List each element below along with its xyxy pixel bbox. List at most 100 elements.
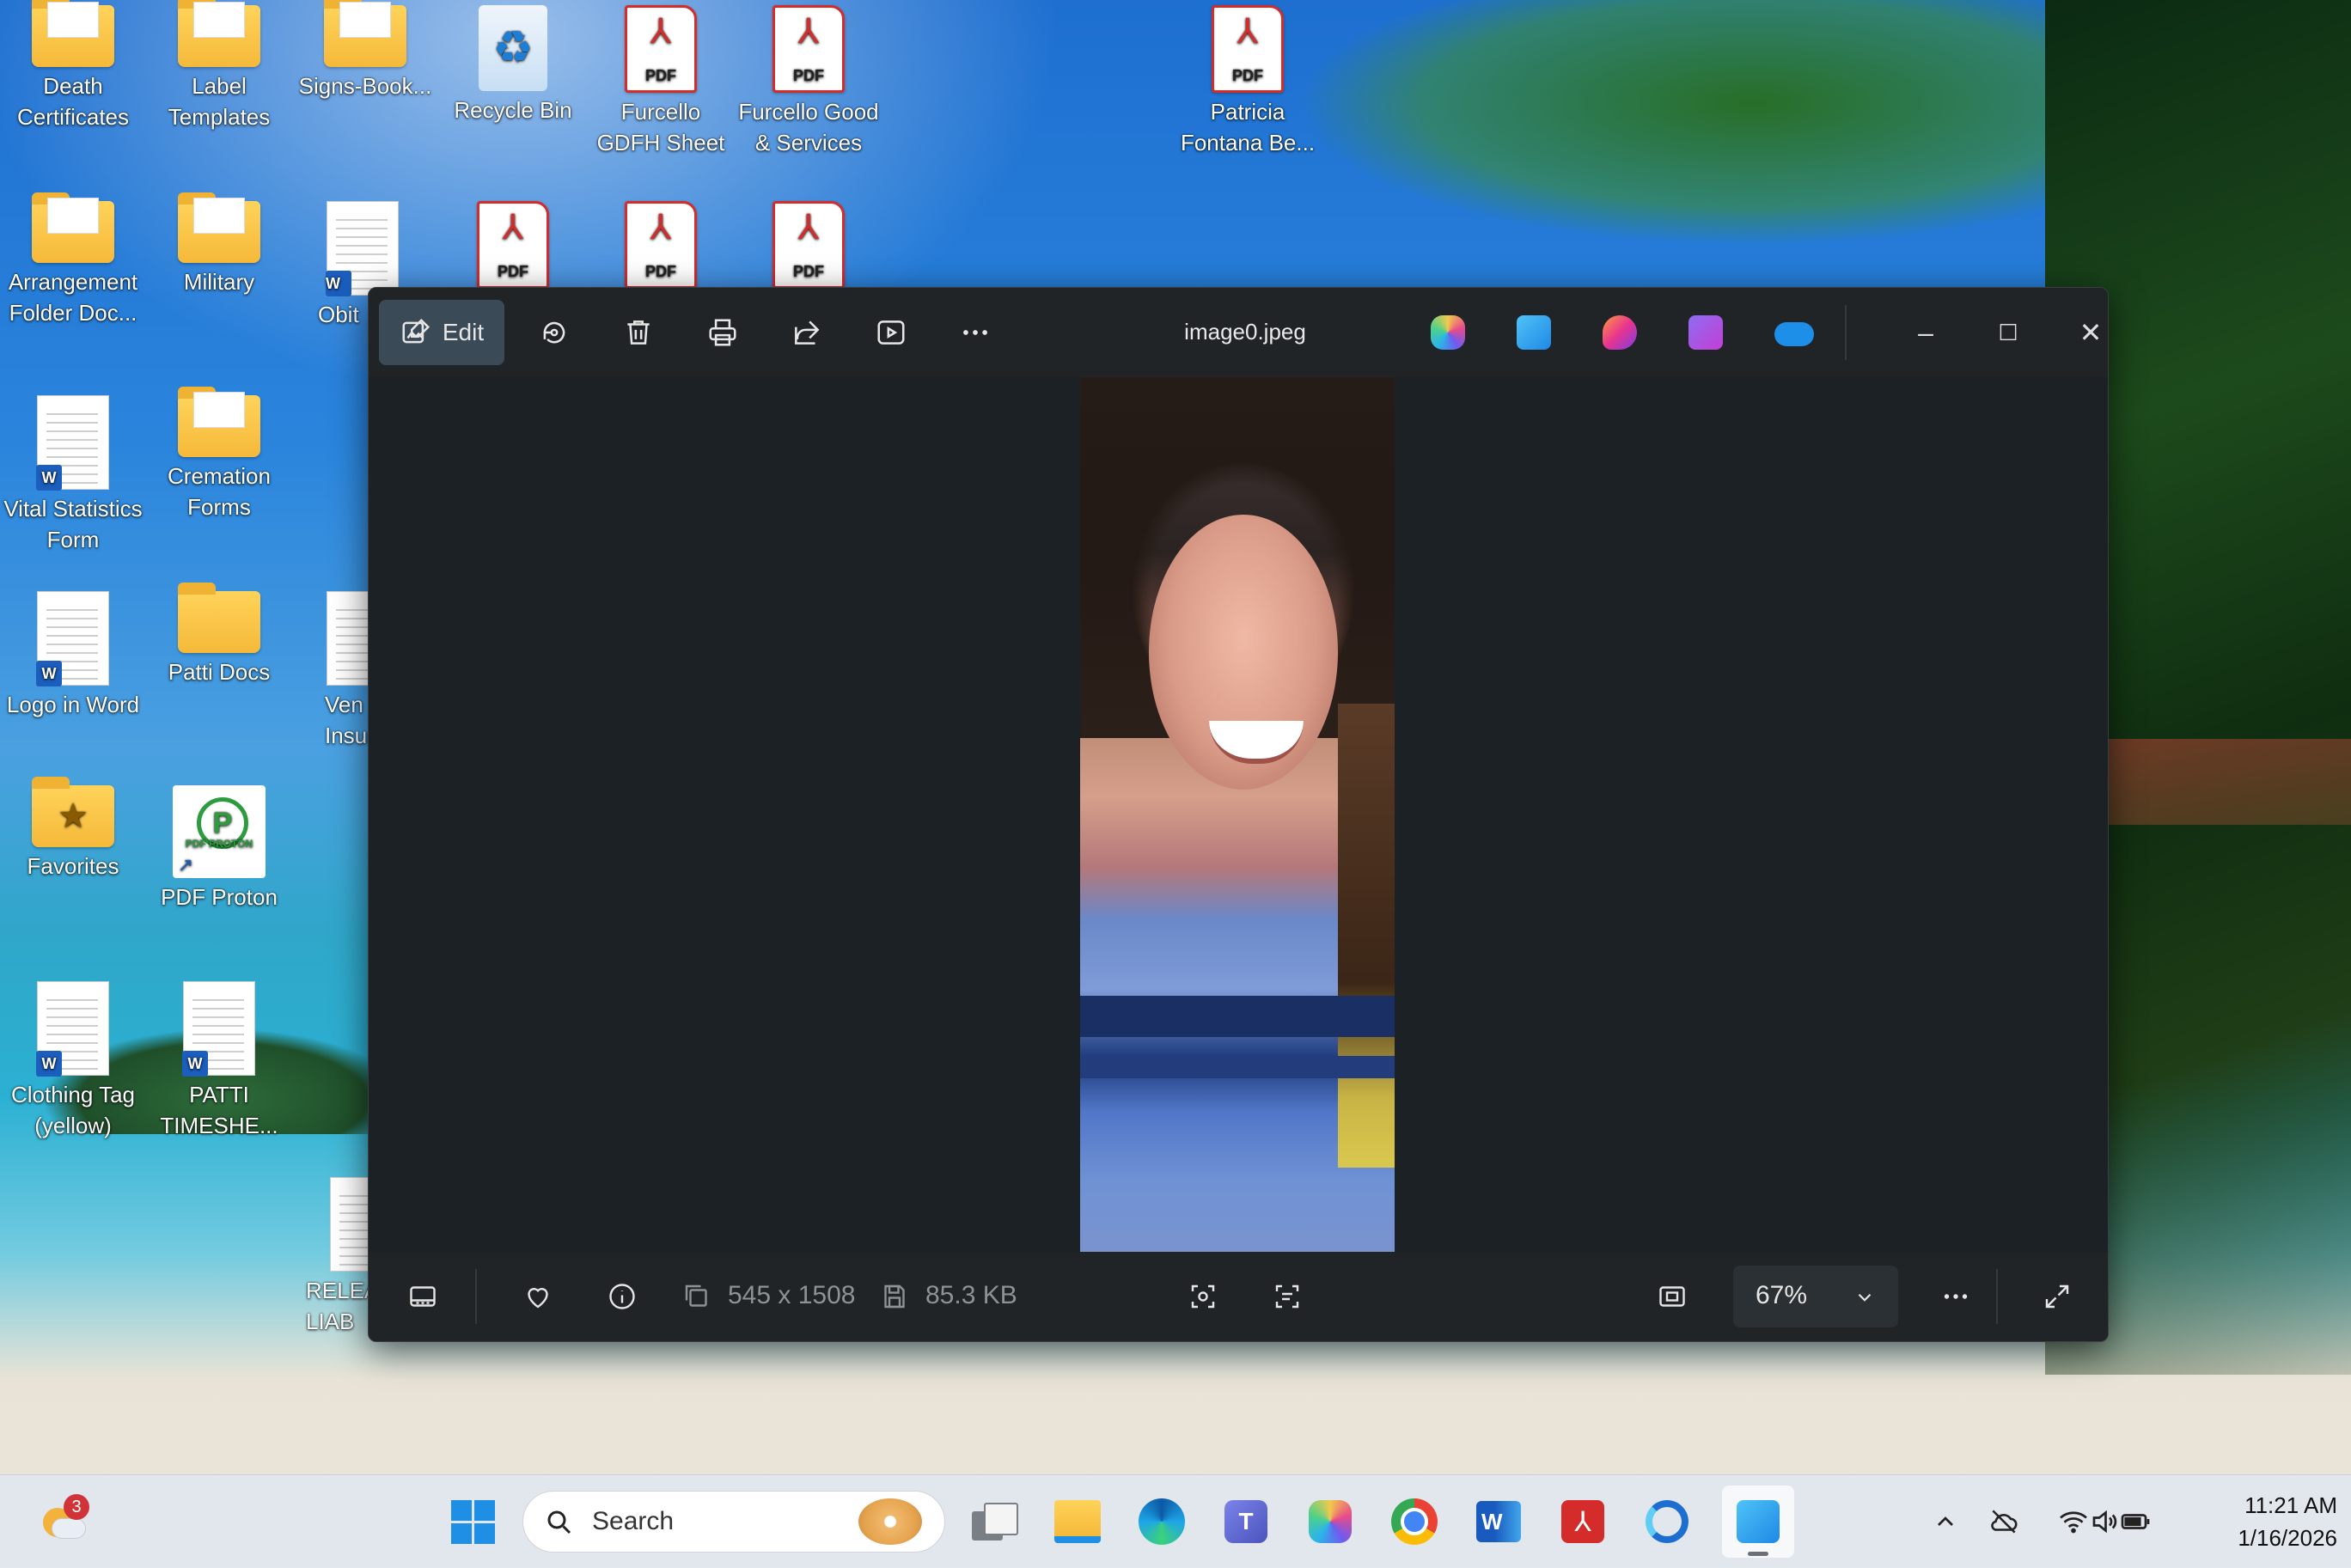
desktop-icon-label: Furcello GDFH Sheet <box>596 99 725 156</box>
dimensions-icon <box>676 1272 718 1321</box>
chrome-icon <box>1391 1498 1438 1545</box>
zoom-dropdown[interactable]: 67% <box>1733 1266 1898 1327</box>
wallpaper-palm-trunk <box>2097 739 2351 825</box>
clipchamp-icon[interactable] <box>1688 315 1723 350</box>
close-button[interactable]: ✕ <box>2065 307 2108 358</box>
volume-icon <box>2092 1510 2117 1534</box>
delete-button[interactable] <box>606 300 671 365</box>
copilot-button[interactable] <box>1303 1494 1358 1549</box>
desktop-icon-signs-book[interactable]: Signs-Book... <box>292 0 438 101</box>
edit-image-icon <box>402 318 430 344</box>
word-document-icon: W <box>36 395 109 491</box>
task-view-button[interactable] <box>966 1494 1021 1549</box>
minimize-button[interactable]: – <box>1900 307 1951 358</box>
print-button[interactable] <box>690 300 755 365</box>
bagel-search-highlight-icon <box>858 1498 922 1545</box>
pdf-proton-icon: P PDF PROTON ↗ <box>173 785 266 878</box>
file-explorer-button[interactable] <box>1050 1494 1105 1549</box>
word-button[interactable]: W <box>1471 1494 1526 1549</box>
desktop-icon-patti-docs[interactable]: Patti Docs <box>146 583 292 687</box>
pdf-file-icon: ⅄ PDF <box>1212 5 1284 93</box>
scan-text-icon <box>1275 1284 1299 1309</box>
desktop-icon-cremation-forms[interactable]: Cremation Forms <box>146 387 292 522</box>
desktop-icon-arrangement-folder[interactable]: Arrangement Folder Doc... <box>0 192 146 328</box>
acrobat-button[interactable]: ⅄ <box>1555 1494 1610 1549</box>
window-title: image0.jpeg <box>1184 319 1306 345</box>
edge-button[interactable] <box>1134 1494 1189 1549</box>
more-options-button[interactable] <box>943 300 1008 365</box>
desktop-icon-label-templates[interactable]: Label Templates <box>146 0 292 132</box>
teams-button[interactable]: T <box>1218 1494 1273 1549</box>
folder-icon <box>178 0 260 67</box>
word-document-icon: W <box>326 201 399 296</box>
desktop-icon-military[interactable]: Military <box>146 192 292 297</box>
edit-button[interactable]: Edit <box>379 300 504 365</box>
zoom-more-button[interactable] <box>1927 1272 1984 1321</box>
fit-to-window-button[interactable] <box>1644 1272 1701 1321</box>
task-view-icon <box>972 1503 1018 1541</box>
filmstrip-button[interactable] <box>394 1272 451 1321</box>
trash-icon <box>627 320 650 345</box>
onedrive-icon[interactable] <box>1774 322 1814 346</box>
desktop-icon-recycle-bin[interactable]: ♻ Recycle Bin <box>440 5 586 125</box>
onedrive-status[interactable] <box>1976 1494 2031 1549</box>
windows-logo-icon <box>450 1499 495 1544</box>
play-icon <box>877 320 905 345</box>
camera-app-button[interactable] <box>1640 1494 1695 1549</box>
folder-icon <box>324 0 406 67</box>
photos-bottom-bar: 545 x 1508 85.3 KB 67% <box>369 1252 2108 1341</box>
desktop-icon-clothing-tag[interactable]: W Clothing Tag (yellow) <box>0 981 146 1141</box>
desktop-icon-pdf-3[interactable]: ⅄ PDF <box>588 201 734 292</box>
maximize-button[interactable]: ☐ <box>1982 307 2034 358</box>
desktop-icon-pdf-proton[interactable]: P PDF PROTON ↗ PDF Proton <box>146 785 292 912</box>
desktop-icon-furcello-good-services[interactable]: ⅄ PDF Furcello Good & Services <box>736 5 882 158</box>
copilot-icon[interactable] <box>1431 315 1465 350</box>
chevron-down-icon <box>1858 1293 1872 1302</box>
displayed-photo <box>1080 377 1395 1252</box>
file-info-button[interactable] <box>594 1272 650 1321</box>
desktop-icon-label: Clothing Tag (yellow) <box>10 1082 136 1138</box>
show-hidden-icons-button[interactable] <box>1918 1494 1973 1549</box>
desktop-icon-patricia-fontana[interactable]: ⅄ PDF Patricia Fontana Be... <box>1175 5 1321 158</box>
network-volume-battery[interactable] <box>2040 1494 2169 1549</box>
chrome-button[interactable] <box>1387 1494 1442 1549</box>
desktop-icon-death-certificates[interactable]: Death Certificates <box>0 0 146 132</box>
photos-window[interactable]: Edit image0.jpeg – ☐ ✕ 545 x 1508 85.3 K… <box>368 287 2109 1342</box>
desktop-icon-furcello-gdfh-sheet[interactable]: ⅄ PDF Furcello GDFH Sheet <box>588 5 734 158</box>
photos-app-icon[interactable] <box>1517 315 1551 350</box>
desktop-icon-logo-in-word[interactable]: W Logo in Word <box>0 591 146 720</box>
taskbar-search[interactable]: Search <box>522 1491 945 1553</box>
desktop-icon-label: Patti Docs <box>168 659 271 685</box>
share-button[interactable] <box>774 300 840 365</box>
rotate-button[interactable] <box>522 300 587 365</box>
slideshow-button[interactable] <box>858 300 924 365</box>
scan-text-button[interactable] <box>1259 1272 1316 1321</box>
desktop-icon-favorites[interactable]: ★ Favorites <box>0 777 146 882</box>
visual-search-button[interactable] <box>1175 1272 1231 1321</box>
visual-search-icon <box>1191 1284 1215 1309</box>
favorite-button[interactable] <box>510 1272 566 1321</box>
desktop-icon-vital-statistics[interactable]: W Vital Statistics Form <box>0 395 146 555</box>
fit-to-window-icon <box>1659 1286 1685 1307</box>
pdf-file-icon: ⅄ PDF <box>772 201 845 289</box>
desktop-icon-label: PDF Proton <box>161 884 278 910</box>
desktop-icon-label: Recycle Bin <box>454 97 572 123</box>
image-viewer[interactable] <box>369 377 2108 1252</box>
pdf-file-icon: ⅄ PDF <box>772 5 845 93</box>
folder-icon <box>32 0 114 67</box>
toolbar-separator <box>1845 305 1847 360</box>
clock-date: 1/16/2026 <box>2238 1525 2337 1551</box>
info-icon <box>609 1284 635 1309</box>
start-button[interactable] <box>445 1494 500 1549</box>
designer-icon[interactable] <box>1603 315 1637 350</box>
photos-taskbar-button[interactable] <box>1722 1486 1794 1558</box>
desktop-icon-label: Arrangement Folder Doc... <box>8 269 138 326</box>
desktop-icon-pdf-2[interactable]: ⅄ PDF <box>440 201 586 292</box>
weather-widget[interactable]: 3 <box>34 1494 89 1549</box>
zoom-level: 67% <box>1756 1281 1808 1309</box>
desktop-icon-patti-timesheet[interactable]: W PATTI TIMESHE... <box>146 981 292 1141</box>
share-icon <box>795 320 820 345</box>
desktop-icon-pdf-4[interactable]: ⅄ PDF <box>736 201 882 292</box>
full-screen-button[interactable] <box>2029 1272 2085 1321</box>
system-clock[interactable]: 11:21 AM 1/16/2026 <box>2191 1489 2337 1554</box>
